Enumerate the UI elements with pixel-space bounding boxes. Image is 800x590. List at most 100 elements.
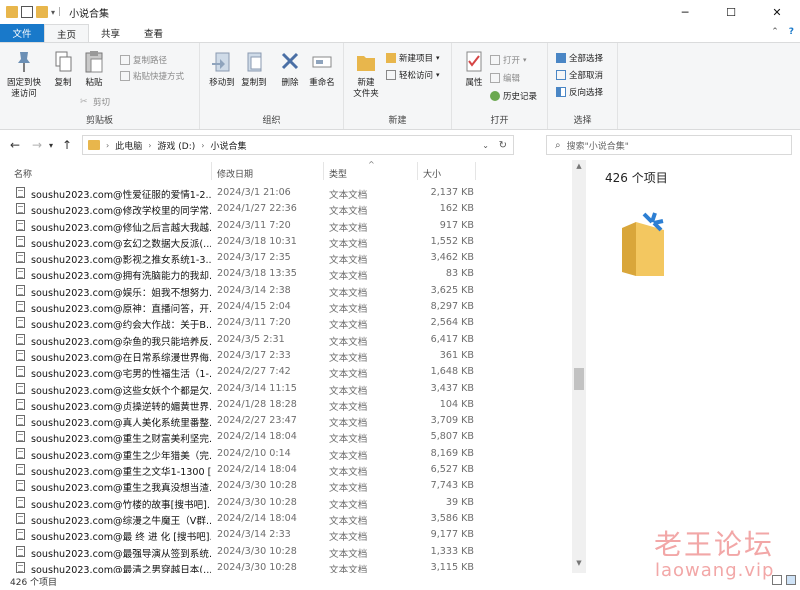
folder-icon: [6, 6, 18, 18]
file-row[interactable]: soushu2023.com@修仙之后言越大我越... 2024/3/11 7:2…: [0, 218, 572, 234]
file-size: 8,169 KB: [430, 447, 474, 459]
rename-label: 重命名: [309, 78, 335, 88]
new-folder-button[interactable]: 新建 文件夹: [344, 49, 388, 100]
column-type-header[interactable]: 类型: [329, 167, 347, 180]
file-row[interactable]: soushu2023.com@重生之财富美利坚完... 2024/2/14 18:…: [0, 429, 572, 445]
file-modified-date: 2024/3/18 13:35: [217, 268, 297, 280]
history-button[interactable]: 历史记录: [490, 89, 537, 103]
file-row[interactable]: soushu2023.com@娱乐：姐我不想努力... 2024/3/14 2:3…: [0, 283, 572, 299]
file-row[interactable]: soushu2023.com@重生之我真没想当渣... 2024/3/30 10:…: [0, 478, 572, 494]
cut-button[interactable]: ✂ 剪切: [80, 95, 110, 109]
column-headers: 名称 修改日期 类型 ^ 大小: [0, 160, 586, 182]
easy-access-button[interactable]: 轻松访问 ▾: [386, 68, 440, 82]
file-size: 3,115 KB: [430, 561, 474, 573]
maximize-button[interactable]: ☐: [708, 0, 754, 24]
file-name: soushu2023.com@最强导演从签到系统...: [31, 548, 211, 560]
file-row[interactable]: soushu2023.com@最清之男穿越日本(... 2024/3/30 10:…: [0, 560, 572, 573]
file-row[interactable]: soushu2023.com@性爱征服的爱情1-2... 2024/3/1 21:…: [0, 185, 572, 201]
file-row[interactable]: soushu2023.com@综漫之牛魔王（V群... 2024/2/14 18:…: [0, 511, 572, 527]
select-none-icon: [556, 70, 566, 80]
back-button[interactable]: ←: [6, 136, 24, 154]
file-row[interactable]: soushu2023.com@修改学校里的同学常... 2024/1/27 22:…: [0, 201, 572, 217]
file-row[interactable]: soushu2023.com@真人美化系统里番整... 2024/2/27 23:…: [0, 413, 572, 429]
select-all-button[interactable]: 全部选择: [556, 51, 603, 65]
file-row[interactable]: soushu2023.com@贞操逆转的媚黄世界... 2024/1/28 18:…: [0, 397, 572, 413]
file-row[interactable]: soushu2023.com@玄幻之数据大反派(... 2024/3/18 10:…: [0, 234, 572, 250]
rename-button[interactable]: 重命名: [300, 49, 344, 89]
customize-qat-icon[interactable]: ▾: [51, 8, 55, 17]
file-row[interactable]: soushu2023.com@重生之文华1-1300 [... 2024/2/14…: [0, 462, 572, 478]
tab-file[interactable]: 文件: [0, 24, 44, 42]
properties-icon[interactable]: [21, 6, 33, 18]
file-row[interactable]: soushu2023.com@重生之少年猎美（完... 2024/2/10 0:1…: [0, 446, 572, 462]
file-row[interactable]: soushu2023.com@杂鱼的我只能培养反... 2024/3/5 2:31…: [0, 332, 572, 348]
column-size-header[interactable]: 大小: [423, 167, 441, 180]
paste-shortcut-button[interactable]: 粘贴快捷方式: [120, 69, 184, 83]
breadcrumb-current-folder[interactable]: 小说合集: [210, 139, 246, 152]
up-button[interactable]: ↑: [58, 136, 76, 154]
scrollbar-thumb[interactable]: [574, 368, 584, 390]
file-modified-date: 2024/3/14 11:15: [217, 382, 297, 394]
file-size: 361 KB: [439, 349, 474, 361]
scroll-down-icon[interactable]: ▼: [572, 559, 586, 571]
file-name: soushu2023.com@重生之文华1-1300 [...: [31, 467, 211, 479]
easy-access-label: 轻松访问: [399, 71, 434, 81]
pin-quick-access-button[interactable]: 固定到快 速访问: [2, 49, 46, 100]
address-bar[interactable]: › 此电脑 › 游戏 (D:) › 小说合集 ⌄ ↻: [82, 135, 514, 155]
file-type: 文本文档: [329, 222, 368, 234]
close-button[interactable]: ✕: [754, 0, 800, 24]
file-row[interactable]: soushu2023.com@宅男的性福生活（1-... 2024/2/27 7:…: [0, 364, 572, 380]
forward-button[interactable]: →: [28, 136, 46, 154]
scroll-up-icon[interactable]: ▲: [572, 162, 586, 174]
file-row[interactable]: soushu2023.com@竹楼的故事[搜书吧]... 2024/3/30 10…: [0, 495, 572, 511]
text-file-icon: [16, 317, 25, 329]
text-file-icon: [16, 268, 25, 280]
file-row[interactable]: soushu2023.com@影视之推女系统1-3... 2024/3/17 2:…: [0, 250, 572, 266]
copy-path-button[interactable]: 复制路径: [120, 53, 167, 67]
recent-locations-button[interactable]: ▾: [46, 136, 56, 154]
file-list-scrollbar[interactable]: ▲ ▼: [572, 160, 586, 573]
new-item-button[interactable]: 新建项目 ▾: [386, 51, 440, 65]
tab-share[interactable]: 共享: [89, 24, 132, 42]
file-size: 1,552 KB: [430, 235, 474, 247]
tab-home[interactable]: 主页: [44, 24, 90, 42]
move-to-label: 移动到: [209, 78, 235, 88]
file-name: soushu2023.com@宅男的性福生活（1-...: [31, 369, 211, 381]
open-button[interactable]: 打开 ▾: [490, 53, 527, 67]
collapse-ribbon-icon[interactable]: ⌃: [771, 27, 779, 37]
select-all-icon: [556, 53, 566, 63]
file-row[interactable]: soushu2023.com@最强导演从签到系统... 2024/3/30 10:…: [0, 544, 572, 560]
file-size: 8,297 KB: [430, 301, 474, 313]
large-icons-view-icon[interactable]: [786, 575, 796, 585]
file-type: 文本文档: [329, 271, 368, 283]
edit-button[interactable]: 编辑: [490, 71, 520, 85]
select-none-button[interactable]: 全部取消: [556, 68, 603, 82]
file-modified-date: 2024/3/5 2:31: [217, 333, 285, 345]
help-icon[interactable]: ?: [789, 27, 794, 37]
cut-icon: ✂: [80, 97, 88, 107]
new-folder-icon[interactable]: [36, 6, 48, 18]
details-view-icon[interactable]: [772, 575, 782, 585]
refresh-icon[interactable]: ↻: [499, 140, 507, 151]
file-modified-date: 2024/3/17 2:35: [217, 252, 291, 264]
search-input[interactable]: ⌕ 搜索"小说合集": [546, 135, 792, 155]
file-row[interactable]: soushu2023.com@拥有洗脑能力的我却... 2024/3/18 13:…: [0, 266, 572, 282]
column-date-header[interactable]: 修改日期: [217, 167, 253, 180]
file-row[interactable]: soushu2023.com@约会大作战：关于B... 2024/3/11 7:2…: [0, 315, 572, 331]
column-separator: [323, 162, 324, 180]
delete-icon: [278, 49, 302, 75]
breadcrumb-drive-d[interactable]: 游戏 (D:): [157, 139, 195, 152]
minimize-button[interactable]: ─: [662, 0, 708, 24]
invert-selection-button[interactable]: 反向选择: [556, 85, 603, 99]
breadcrumb-this-pc[interactable]: 此电脑: [115, 139, 142, 152]
paste-button[interactable]: 粘贴: [72, 49, 116, 89]
file-size: 3,462 KB: [430, 252, 474, 264]
file-row[interactable]: soushu2023.com@这些女妖个个都是欠... 2024/3/14 11:…: [0, 381, 572, 397]
file-row[interactable]: soushu2023.com@最 终 进 化 [搜书吧]... 2024/3/14…: [0, 527, 572, 543]
column-name-header[interactable]: 名称: [14, 167, 32, 180]
file-name: soushu2023.com@竹楼的故事[搜书吧]...: [31, 499, 211, 511]
address-dropdown-icon[interactable]: ⌄: [482, 141, 489, 150]
file-row[interactable]: soushu2023.com@在日常系综漫世界侮... 2024/3/17 2:3…: [0, 348, 572, 364]
file-row[interactable]: soushu2023.com@原神：直播问答，开... 2024/4/15 2:0…: [0, 299, 572, 315]
tab-view[interactable]: 查看: [132, 24, 175, 42]
